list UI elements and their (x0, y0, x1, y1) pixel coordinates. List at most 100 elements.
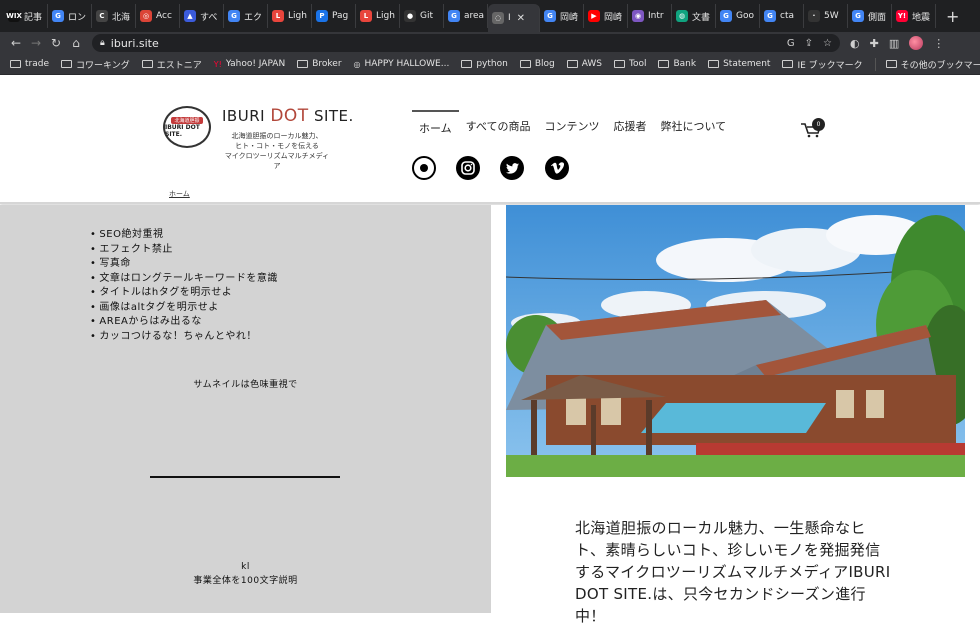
bookmarks-bar: trade コワーキング エストニア Y! Yahoo! JAPAN Broker ◎ HAP… (0, 54, 980, 75)
bookmark-label: その他のブックマーク (900, 60, 980, 71)
bookmark-label: Tool (629, 59, 647, 69)
site-icon: ◎ (353, 59, 361, 69)
browser-tab[interactable]: Garea (444, 4, 488, 28)
browser-tab[interactable]: G ロン (48, 4, 92, 28)
bookmark-item[interactable]: コワーキング (61, 58, 130, 71)
bookmark-item[interactable]: python (461, 59, 508, 69)
brand-name[interactable]: IBURI DOT SITE. (222, 106, 354, 126)
google-lens-icon[interactable]: G (787, 38, 795, 49)
favicon-icon: ◎ (140, 10, 152, 22)
bookmark-item[interactable]: trade (10, 59, 49, 69)
list-item: 写真命 (90, 257, 278, 272)
browser-tab[interactable]: G Goo (716, 4, 760, 28)
sidebar-icon[interactable]: ▥ (889, 37, 899, 50)
browser-tab[interactable]: · 5W (804, 4, 848, 28)
bookmark-item[interactable]: Y! Yahoo! JAPAN (214, 59, 285, 69)
browser-tab[interactable]: ▶ 岡崎 (584, 4, 628, 28)
browser-tab[interactable]: ◌ I ✕ (488, 4, 540, 32)
bookmark-item[interactable]: AWS (566, 59, 602, 69)
bookmark-item[interactable]: Tool (614, 59, 646, 69)
notes-panel: SEO絶対重視 エフェクト禁止 写真命 文章はロングテールキーワードを意識 タイ… (0, 205, 491, 613)
vimeo-icon (550, 162, 564, 174)
bookmark-label: Statement (723, 59, 771, 69)
favicon-icon: G (448, 10, 460, 22)
favicon-icon: L (272, 10, 284, 22)
nav-all-products[interactable]: すべての商品 (459, 110, 538, 142)
site-logo[interactable]: 北海道胆振 IBURI DOT SITE. (163, 106, 211, 148)
list-item: 文章はロングテールキーワードを意識 (90, 272, 278, 287)
puzzle-icon[interactable]: ✚ (870, 37, 879, 50)
browser-tab[interactable]: ◉ Intr (628, 4, 672, 28)
bookmark-label: Broker (312, 59, 342, 69)
hero-panel: 北海道胆振のローカル魅力、一生懸命なヒト、素晴らしいコト、珍しいモノを発掘発信す… (491, 205, 980, 625)
bookmark-label: HAPPY HALLOWE... (364, 59, 450, 69)
bookmark-label: エストニア (156, 60, 202, 71)
cart-count-badge: 0 (812, 118, 825, 131)
bookmark-item[interactable]: Bank (658, 59, 696, 69)
tab-label: Intr (648, 11, 664, 21)
tab-label: 岡崎 (604, 12, 623, 23)
social-link-1[interactable] (412, 156, 436, 180)
bookmark-item[interactable]: IE ブックマーク (782, 58, 863, 71)
thumbnail-note: サムネイルは色味重視で (193, 380, 298, 390)
browser-toolbar: ← → ↻ ⌂ 🔒︎ iburi.site G ⇪ ☆ ◐ ✚ ▥ ⋮ (0, 32, 980, 54)
folder-icon (10, 60, 21, 68)
home-button[interactable]: ⌂ (66, 36, 86, 50)
nav-home[interactable]: ホーム (412, 110, 459, 142)
instagram-icon (461, 161, 475, 175)
bookmark-label: Bank (673, 59, 697, 69)
browser-tab[interactable]: Gcta (760, 4, 804, 28)
profile-avatar[interactable] (909, 36, 924, 50)
favicon-icon: G (52, 10, 64, 22)
browser-tab[interactable]: ◍ 文書 (672, 4, 716, 28)
favicon-icon: ▲ (184, 10, 196, 22)
browser-tab[interactable]: L Ligh (268, 4, 312, 28)
yahoo-icon: Y! (213, 59, 222, 69)
tab-label: 岡崎 (560, 12, 579, 23)
forward-button[interactable]: → (26, 36, 46, 50)
vimeo-link[interactable] (545, 156, 569, 180)
browser-tab[interactable]: C 北海 (92, 4, 136, 28)
nav-about[interactable]: 弊社について (653, 110, 733, 142)
browser-tab[interactable]: ● Git (400, 4, 444, 28)
bookmark-item[interactable]: Broker (297, 59, 342, 69)
tab-label: 北海 (112, 12, 131, 23)
folder-icon (566, 60, 578, 68)
bookmark-item[interactable]: Statement (708, 59, 770, 69)
browser-tab[interactable]: L Ligh (356, 4, 400, 28)
bookmark-item[interactable]: エストニア (141, 58, 202, 71)
browser-tab[interactable]: G 岡崎 (540, 4, 584, 28)
bookmark-label: コワーキング (76, 60, 130, 71)
new-tab-button[interactable]: + (936, 7, 969, 26)
share-icon[interactable]: ⇪ (805, 38, 813, 49)
browser-tab[interactable]: WIX 記事 (4, 4, 48, 28)
browser-tab[interactable]: P Pag (312, 4, 356, 28)
instagram-link[interactable] (456, 156, 480, 180)
list-item: カッコつけるな！ちゃんとやれ！ (90, 330, 278, 345)
favicon-icon: · (808, 10, 820, 22)
bookmark-star-icon[interactable]: ☆ (823, 38, 832, 49)
nav-supporters[interactable]: 応援者 (606, 110, 653, 142)
favicon-icon: Y! (896, 10, 908, 22)
reload-button[interactable]: ↻ (46, 36, 66, 50)
browser-tab[interactable]: ▲ すべ (180, 4, 224, 28)
bookmark-item[interactable]: ◎ HAPPY HALLOWE... (354, 59, 450, 69)
twitter-link[interactable] (500, 156, 524, 180)
browser-tab[interactable]: G エク (224, 4, 268, 28)
breadcrumb[interactable]: ホーム (169, 189, 190, 199)
browser-tab[interactable]: Y! 地震 (892, 4, 936, 28)
close-tab-icon[interactable]: ✕ (517, 13, 525, 24)
kebab-menu-icon[interactable]: ⋮ (933, 37, 944, 50)
other-bookmarks[interactable]: その他のブックマーク (874, 57, 980, 71)
nav-contents[interactable]: コンテンツ (537, 110, 606, 142)
back-button[interactable]: ← (6, 36, 26, 50)
bookmark-label: python (476, 59, 508, 69)
favicon-icon: ◉ (632, 10, 644, 22)
favicon-icon: ● (404, 10, 416, 22)
bookmark-label: AWS (581, 59, 602, 69)
browser-tab[interactable]: G 側面 (848, 4, 892, 28)
browser-tab[interactable]: ◎ Acc (136, 4, 180, 28)
address-bar[interactable]: 🔒︎ iburi.site G ⇪ ☆ (92, 34, 840, 52)
extension-icon[interactable]: ◐ (850, 37, 860, 50)
bookmark-item[interactable]: Blog (519, 59, 555, 69)
